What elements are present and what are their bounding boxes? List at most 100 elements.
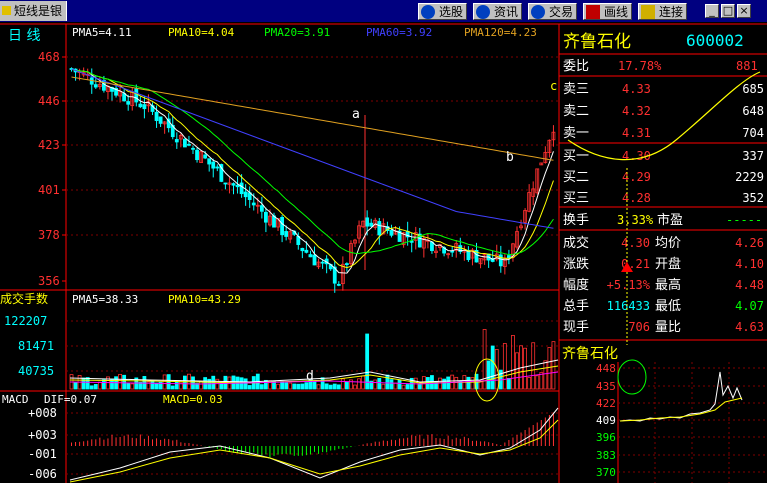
volume-bar xyxy=(199,381,204,390)
intraday-panel[interactable]: 齐鲁石化 448 435 422 409 396 383 370 xyxy=(562,346,767,483)
candle-body xyxy=(308,254,313,258)
stat-value: 4.48 xyxy=(735,278,764,292)
volume-bar xyxy=(466,376,471,390)
candle-body xyxy=(344,263,349,265)
stat-value: 116433 xyxy=(607,299,650,313)
annotation-d: d xyxy=(306,369,314,384)
highlight-curve xyxy=(567,71,761,161)
ma5-line xyxy=(71,68,554,274)
volume-bar xyxy=(89,385,94,390)
vol-ma10-legend: PMA10=43.29 xyxy=(168,293,241,306)
volume-bar xyxy=(405,384,410,390)
ask-row-price: 4.31 xyxy=(622,126,651,140)
period-label[interactable]: 日 线 xyxy=(8,28,40,44)
ask-row-label: 卖三 xyxy=(563,82,589,97)
stat-label: 总手 xyxy=(563,299,589,314)
intraday-tick: 370 xyxy=(596,466,616,479)
stat-value: 4.07 xyxy=(735,299,764,313)
volume-bar xyxy=(547,347,552,390)
volume-bar xyxy=(357,378,361,390)
intraday-tick: 422 xyxy=(596,397,616,410)
volume-bar xyxy=(162,374,167,390)
volume-bar xyxy=(316,384,321,390)
candle-body xyxy=(207,158,212,165)
volume-tick: 81471 xyxy=(18,339,54,353)
candle-body xyxy=(259,205,264,212)
stat-label: 最低 xyxy=(655,299,681,314)
macd-tick: +008 xyxy=(28,406,57,420)
ask-row-price: 4.33 xyxy=(622,82,651,96)
volume-bar xyxy=(442,378,447,390)
turnover-value: 3.33% xyxy=(617,213,654,227)
intraday-tick: 383 xyxy=(596,449,616,462)
candle-body xyxy=(498,254,503,267)
volume-panel[interactable]: 成交手数 PMA5=38.33 PMA10=43.29 122207 81471… xyxy=(0,291,559,402)
stock-code: 600002 xyxy=(686,31,744,50)
ma5-legend: PMA5=4.11 xyxy=(72,26,132,39)
volume-bar xyxy=(430,375,434,390)
volume-bar xyxy=(401,384,406,390)
volume-bar xyxy=(154,382,159,390)
volume-bar xyxy=(150,380,155,390)
volume-bar xyxy=(539,372,544,390)
volume-bar xyxy=(373,379,378,390)
candle-body xyxy=(182,138,187,148)
volume-bar xyxy=(438,377,442,390)
ma20-legend: PMA20=3.91 xyxy=(264,26,330,39)
volume-bar xyxy=(97,381,102,390)
candle-body xyxy=(154,111,159,121)
macd-tick: +003 xyxy=(28,428,57,442)
volume-bar xyxy=(328,384,333,390)
macd-title: MACD xyxy=(2,393,29,406)
candle-body xyxy=(243,191,248,198)
candle-body xyxy=(93,84,98,88)
stat-value: 4.63 xyxy=(735,320,764,334)
vol-ma5-legend: PMA5=38.33 xyxy=(72,293,138,306)
price-tick: 468 xyxy=(38,50,60,64)
candle-body xyxy=(320,261,325,264)
volume-bar xyxy=(377,378,382,390)
volume-bar xyxy=(191,376,195,390)
candle-body xyxy=(187,143,191,146)
stat-label: 量比 xyxy=(655,320,681,335)
quote-panel: 齐鲁石化 600002 委比 17.78% 881 卖三 4.33 685 卖二 4.3… xyxy=(559,31,767,345)
bid-row-price: 4.28 xyxy=(622,191,651,205)
volume-bar xyxy=(535,375,540,390)
macd-panel[interactable]: MACD DIF=0.07 MACD=0.03 +008 +003 -001 -… xyxy=(2,393,559,483)
price-tick: 423 xyxy=(38,138,60,152)
volume-bar xyxy=(288,382,293,390)
volume-bar xyxy=(506,378,511,390)
volume-bar xyxy=(340,378,345,390)
volume-bar xyxy=(182,375,187,390)
weibi-label: 委比 xyxy=(563,59,589,74)
ma60-legend: PMA60=3.92 xyxy=(366,26,432,39)
stat-label: 现手 xyxy=(563,320,589,335)
bid-row-price: 4.29 xyxy=(622,170,651,184)
ask-row-label: 卖一 xyxy=(563,126,589,141)
volume-bar xyxy=(551,341,556,390)
price-tick: 401 xyxy=(38,183,60,197)
volume-bar xyxy=(122,374,127,390)
volume-bar xyxy=(259,384,264,390)
kline-panel[interactable]: 日 线 PMA5=4.11 PMA10=4.04 PMA20=3.91 PMA6… xyxy=(0,23,767,483)
volume-bar xyxy=(389,379,394,390)
bid-row-label: 买二 xyxy=(563,170,589,185)
intraday-highlight-circle xyxy=(617,359,647,395)
price-tick: 446 xyxy=(38,94,60,108)
volume-bar xyxy=(454,376,459,390)
weibi-pct: 17.78% xyxy=(618,59,662,73)
stat-value: +5.13% xyxy=(607,278,651,292)
candle-body xyxy=(239,182,244,195)
chart-canvas[interactable]: 日 线 PMA5=4.11 PMA10=4.04 PMA20=3.91 PMA6… xyxy=(0,0,767,483)
candle-body xyxy=(336,283,341,286)
intraday-title: 齐鲁石化 xyxy=(562,346,618,362)
turnover-label: 换手 xyxy=(563,213,589,228)
volume-bar xyxy=(523,347,527,390)
volume-bar xyxy=(527,376,532,390)
volume-bar xyxy=(511,335,515,390)
volume-bar xyxy=(292,383,297,390)
ask-row-volume: 648 xyxy=(742,104,764,118)
volume-bar xyxy=(130,383,135,390)
candle-body xyxy=(231,183,236,186)
volume-bar xyxy=(102,379,106,390)
